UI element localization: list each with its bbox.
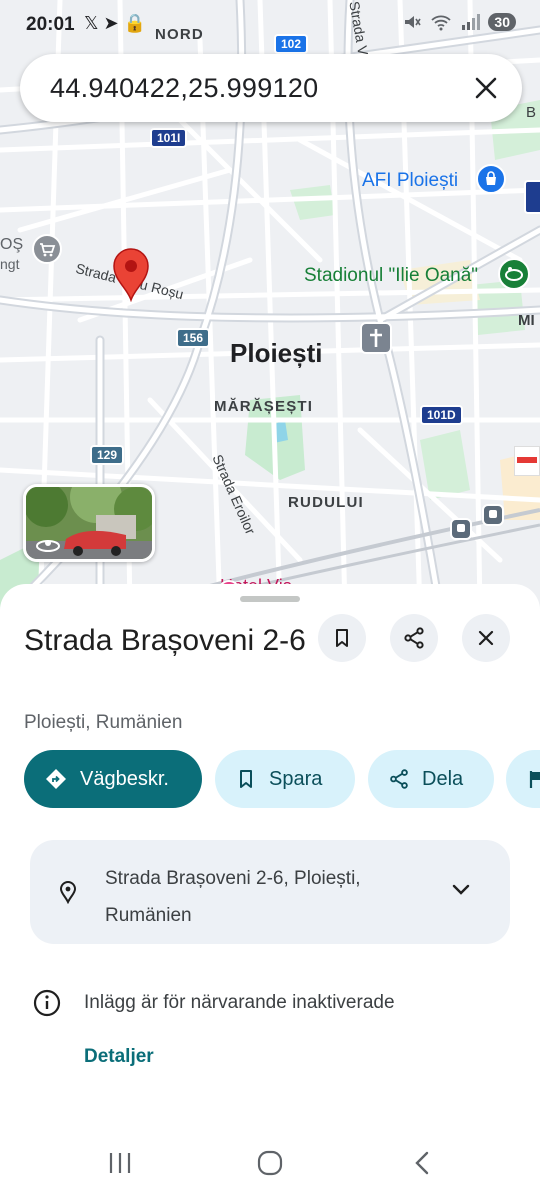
notification-icons: 𝕏 ➤ 🔒: [84, 13, 146, 33]
wifi-icon: [431, 15, 452, 31]
directions-icon: [46, 769, 66, 789]
poi-label-stadium[interactable]: Stadionul "Ilie Oană": [304, 265, 478, 287]
place-sheet[interactable]: Strada Brașoveni 2-6 Ploiești, Rumänien …: [0, 584, 540, 1200]
posts-disabled-notice: Inlägg är för närvarande inaktiverade: [84, 992, 395, 1013]
home-icon[interactable]: [256, 1149, 284, 1177]
street-view-360-icon: [36, 540, 60, 552]
info-icon: [33, 989, 61, 1017]
directions-button[interactable]: Vägbeskr.: [24, 750, 202, 808]
shopping-icon[interactable]: [476, 164, 506, 194]
address-row[interactable]: Strada Brașoveni 2-6, Ploiești, Rumänien: [30, 840, 510, 944]
stadium-icon[interactable]: [498, 258, 530, 290]
place-subtitle: Ploiești, Rumänien: [24, 712, 183, 733]
road-shield: 156: [176, 328, 211, 348]
bookmark-icon: [240, 770, 252, 788]
train-station-icon[interactable]: [450, 518, 472, 540]
battery-level: 30: [488, 13, 516, 31]
save-icon-button[interactable]: [318, 614, 366, 662]
store-logo-icon[interactable]: [524, 180, 540, 214]
close-sheet-button[interactable]: [462, 614, 510, 662]
system-nav-bar: [0, 1140, 540, 1200]
street-view-thumbnail[interactable]: [23, 484, 155, 562]
road-shield: 101D: [420, 405, 463, 425]
road-shield: 101I: [150, 128, 188, 148]
store-logo-icon[interactable]: [514, 446, 540, 476]
location-pin-icon[interactable]: [110, 246, 152, 302]
recent-apps-icon[interactable]: [106, 1150, 134, 1176]
search-query[interactable]: 44.940422,25.999120: [50, 73, 318, 104]
share-icon-button[interactable]: [390, 614, 438, 662]
directions-label: Vägbeskr.: [80, 767, 169, 790]
share-button[interactable]: Dela: [368, 750, 494, 808]
save-button[interactable]: Spara: [215, 750, 355, 808]
flag-icon: [529, 771, 540, 788]
city-label: Ploiești: [230, 338, 323, 368]
back-icon[interactable]: [410, 1149, 434, 1177]
close-icon: [478, 630, 494, 646]
share-label: Dela: [422, 767, 464, 790]
bookmark-icon: [336, 629, 348, 647]
search-bar[interactable]: 44.940422,25.999120: [20, 54, 522, 122]
place-title: Strada Brașoveni 2-6: [24, 624, 306, 657]
share-icon: [404, 627, 424, 649]
action-chips: Vägbeskr. Spara Dela: [24, 750, 540, 810]
clear-search-icon[interactable]: [468, 70, 504, 106]
train-station-icon[interactable]: [482, 504, 504, 526]
cart-icon[interactable]: [32, 234, 62, 264]
share-icon: [390, 769, 408, 789]
signal-icon: [462, 14, 481, 30]
mute-icon: [405, 16, 422, 28]
report-button[interactable]: [506, 750, 540, 808]
road-shield: 129: [90, 445, 125, 465]
poi-label-partial: OŞ: [0, 236, 24, 253]
poi-label-partial: MI: [518, 312, 535, 329]
sheet-drag-handle[interactable]: [240, 596, 300, 602]
poi-label-afi[interactable]: AFI Ploiești: [362, 170, 458, 192]
church-icon[interactable]: [360, 322, 392, 354]
status-time: 20:01: [26, 14, 75, 35]
save-label: Spara: [269, 767, 323, 790]
poi-label-partial: B: [526, 104, 537, 121]
location-pin-icon: [59, 881, 77, 904]
poi-label-partial: ngt: [0, 256, 20, 272]
address-text: Strada Brașoveni 2-6, Ploiești, Rumänien: [105, 868, 361, 926]
chevron-down-icon[interactable]: [450, 882, 472, 898]
district-label: RUDULUI: [288, 494, 364, 511]
district-label: MĂRĂȘEȘTI: [214, 398, 314, 415]
details-link[interactable]: Detaljer: [84, 1046, 154, 1068]
status-bar: 20:01 𝕏 ➤ 🔒 30: [0, 0, 540, 48]
